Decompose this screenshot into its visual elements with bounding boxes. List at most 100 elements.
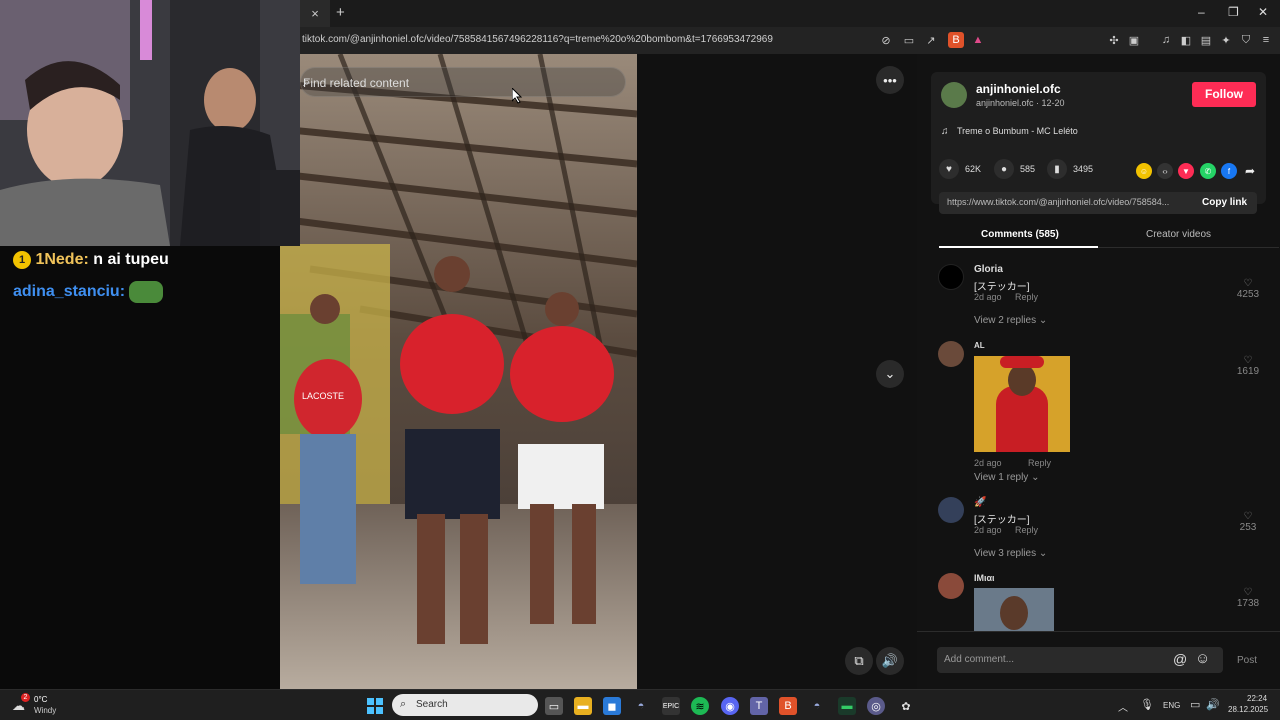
reply-link[interactable]: Reply	[1015, 292, 1038, 302]
heart-icon[interactable]: ♥	[939, 159, 959, 179]
minimize-button[interactable]: –	[1198, 5, 1205, 19]
commenter-avatar[interactable]	[938, 341, 964, 367]
mention-icon[interactable]: @	[1173, 651, 1187, 667]
wallet-icon[interactable]: ▤	[1198, 32, 1214, 48]
file-explorer-icon[interactable]: ▬	[574, 697, 592, 715]
spotify-icon[interactable]: ≋	[691, 697, 709, 715]
add-comment-input[interactable]: Add comment... @ ☺	[937, 647, 1223, 673]
brave-browser-icon[interactable]: B	[779, 697, 797, 715]
next-video-button[interactable]: ⌄	[876, 360, 904, 388]
comment-like[interactable]: ♡ 4253	[1228, 278, 1268, 300]
heart-outline-icon[interactable]: ♡	[1228, 355, 1268, 366]
more-options-button[interactable]: •••	[876, 66, 904, 94]
saves-stat[interactable]: ▮ 3495	[1047, 159, 1093, 179]
brave-rewards-icon[interactable]: ▲	[970, 32, 986, 48]
bookmark-icon[interactable]: ▮	[1047, 159, 1067, 179]
microphone-icon[interactable]: 🎙	[1140, 698, 1154, 711]
video-link-url[interactable]: https://www.tiktok.com/@anjinhoniel.ofc/…	[947, 197, 1169, 207]
creator-avatar[interactable]	[941, 82, 967, 108]
weather-desc[interactable]: Windy	[34, 706, 56, 715]
commenter-avatar[interactable]	[938, 573, 964, 599]
comments-stat[interactable]: ● 585	[994, 159, 1035, 179]
comment-icon[interactable]: ●	[994, 159, 1014, 179]
heart-outline-icon[interactable]: ♡	[1228, 278, 1268, 289]
screenshot-icon[interactable]: ▣	[1126, 32, 1142, 48]
clock-time[interactable]: 22:24	[1247, 694, 1267, 703]
share-arrow-icon[interactable]: ➦	[1242, 163, 1258, 179]
embed-icon[interactable]: ‹›	[1157, 163, 1173, 179]
address-bar[interactable]: tiktok.com/@anjinhoniel.ofc/video/758584…	[300, 27, 1280, 54]
share-page-icon[interactable]: ↗	[923, 32, 939, 48]
facebook-icon[interactable]: f	[1221, 163, 1237, 179]
steam-icon[interactable]: ◓	[632, 697, 650, 715]
follow-button[interactable]: Follow	[1192, 82, 1256, 107]
comment-like[interactable]: ♡ 1619	[1228, 355, 1268, 377]
tracking-off-icon[interactable]: ⊘	[878, 32, 894, 48]
view-replies-link[interactable]: View 2 replies ⌄	[974, 315, 1047, 326]
likes-stat[interactable]: ♥ 62K	[939, 159, 981, 179]
close-window-button[interactable]: ✕	[1258, 5, 1268, 19]
teams-icon[interactable]: T	[750, 697, 768, 715]
start-button[interactable]	[366, 697, 384, 715]
weather-temp[interactable]: 0°C	[34, 695, 47, 704]
volume-tray-icon[interactable]: 🔊	[1206, 698, 1220, 711]
commenter-name[interactable]: AL	[974, 341, 985, 350]
comment-like[interactable]: ♡ 1738	[1228, 587, 1268, 609]
commenter-avatar[interactable]	[938, 264, 964, 290]
emoji-icon[interactable]: ☺	[1195, 650, 1210, 667]
language-indicator[interactable]: ENG	[1163, 701, 1180, 710]
app-icon[interactable]: ✿	[897, 697, 915, 715]
menu-icon[interactable]: ≡	[1258, 32, 1274, 48]
commenter-avatar[interactable]	[938, 497, 964, 523]
active-tab[interactable]: ×	[300, 0, 330, 27]
creator-username[interactable]: anjinhoniel.ofc	[976, 82, 1061, 96]
reply-link[interactable]: Reply	[1015, 525, 1038, 535]
new-tab-button[interactable]: +	[336, 4, 345, 21]
comment-like[interactable]: ♡ 253	[1228, 511, 1268, 533]
restore-button[interactable]: ❐	[1228, 5, 1239, 19]
tab-creator-videos[interactable]: Creator videos	[1146, 229, 1211, 240]
clock-date[interactable]: 28.12.2025	[1228, 705, 1268, 714]
search-icon[interactable]: ⌕	[303, 74, 615, 90]
steam-app-icon[interactable]: ◓	[808, 697, 826, 715]
vpn-icon[interactable]: ⛉	[1238, 32, 1254, 48]
commenter-name[interactable]: Gloria	[974, 264, 1003, 275]
sidebar-icon[interactable]: ◧	[1178, 32, 1194, 48]
store-icon[interactable]: ◼	[603, 697, 621, 715]
related-search-input[interactable]: Find related content ⌕	[300, 67, 626, 97]
comment-sticker-image[interactable]	[974, 356, 1070, 452]
tab-close-icon[interactable]: ×	[311, 6, 319, 21]
commenter-name[interactable]: ΙΜιαι	[974, 573, 995, 583]
music-title[interactable]: Treme o Bumbum - MC Leléto	[957, 126, 1078, 136]
taskbar-search-input[interactable]: ⌕ Search	[392, 694, 538, 716]
copy-link-button[interactable]: Copy link	[1202, 197, 1247, 208]
media-icon[interactable]: ▭	[901, 32, 917, 48]
heart-outline-icon[interactable]: ♡	[1228, 511, 1268, 522]
extensions-icon[interactable]: ✣	[1106, 32, 1122, 48]
reply-link[interactable]: Reply	[1028, 458, 1051, 468]
network-icon[interactable]: ▭	[1190, 698, 1200, 711]
url-text[interactable]: tiktok.com/@anjinhoniel.ofc/video/758584…	[302, 34, 773, 45]
epic-games-icon[interactable]: EPIC	[662, 697, 680, 715]
coin-icon[interactable]: ☺	[1136, 163, 1152, 179]
brave-shields-icon[interactable]: B	[948, 32, 964, 48]
task-view-icon[interactable]: ▭	[545, 697, 563, 715]
commenter-name[interactable]: 🚀	[974, 497, 986, 508]
music-icon[interactable]: ♫	[1158, 32, 1174, 48]
pip-button[interactable]: ⧉	[845, 647, 873, 675]
whatsapp-icon[interactable]: ✆	[1200, 163, 1216, 179]
tab-comments[interactable]: Comments (585)	[981, 229, 1059, 240]
heart-outline-icon[interactable]: ♡	[1228, 587, 1268, 598]
view-replies-link[interactable]: View 3 replies ⌄	[974, 548, 1047, 559]
tray-overflow-icon[interactable]: ︿	[1118, 699, 1128, 714]
send-icon[interactable]: ▼	[1178, 163, 1194, 179]
view-replies-link[interactable]: View 1 reply ⌄	[974, 472, 1039, 483]
leo-ai-icon[interactable]: ✦	[1218, 32, 1234, 48]
comment-sticker-image[interactable]	[974, 588, 1054, 631]
discord-icon[interactable]: ◉	[721, 697, 739, 715]
post-button[interactable]: Post	[1237, 655, 1257, 666]
terminal-icon[interactable]: ▬	[838, 697, 856, 715]
video-player[interactable]: LACOSTE	[280, 54, 637, 689]
volume-button[interactable]: 🔊	[876, 647, 904, 675]
obs-icon[interactable]: ◎	[867, 697, 885, 715]
